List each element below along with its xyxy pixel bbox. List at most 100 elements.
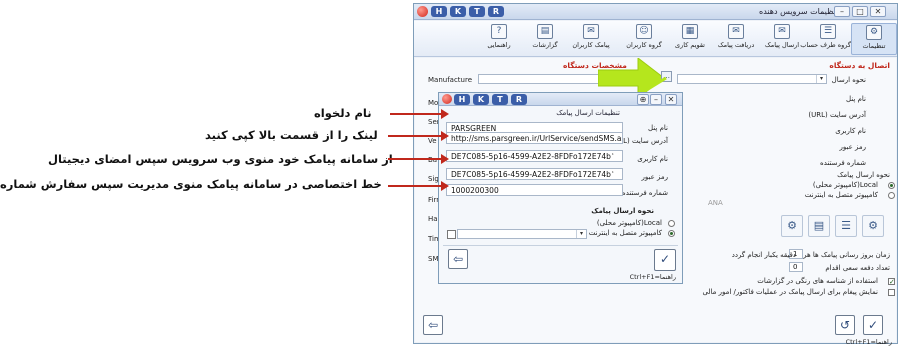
text-edit-button[interactable]: ▤ — [808, 215, 830, 237]
back-button[interactable]: ⇦ — [423, 315, 443, 335]
ribbon-reports[interactable]: ▤ گزارشات — [522, 23, 568, 55]
confirm-button[interactable]: ✓ — [863, 315, 883, 335]
dialog-send-type-label: نحوه ارسال پیامک — [591, 207, 654, 215]
ribbon-account-group[interactable]: ☰ گروه طرف حساب — [800, 23, 851, 55]
dialog-password-input[interactable]: DE7C085-5p16-4599-A2E2-8FDFo172E74bٔ — [446, 168, 623, 180]
main-titlebar: H K T R تنظیمات سرویس دهنده – □ ✕ — [414, 4, 897, 20]
dialog-button-t[interactable]: T — [492, 94, 508, 105]
username-label: نام کاربری — [835, 127, 866, 135]
refresh-button[interactable]: ↺ — [835, 315, 855, 335]
schedule-prefix: زمان بروز رسانی پیامک ها هر — [803, 251, 890, 259]
checkbox-invoice-message-label: نمایش پیغام برای ارسال پیامک در عملیات ف… — [702, 288, 878, 296]
dialog-label-panel-name: نام پنل — [647, 124, 668, 132]
dialog-radio-local-label: Local(کامپیوتر محلی) — [596, 219, 662, 227]
radio-internet-label: کامپیوتر متصل به اینترنت — [804, 191, 878, 199]
send-method-label: نحوه ارسال — [831, 76, 866, 84]
dialog-titlebar: H K T R ⊕ – ✕ — [439, 93, 682, 106]
arrow-left-icon: ⇦ — [427, 318, 439, 332]
maximize-button[interactable]: □ — [852, 6, 868, 17]
dialog-label-username: نام کاربری — [637, 155, 668, 163]
checkbox-invoice-message[interactable] — [888, 289, 895, 296]
dialog-small-icon[interactable] — [447, 230, 456, 239]
radio-internet[interactable] — [888, 192, 895, 199]
device-settings-button[interactable]: ⚙ — [781, 215, 803, 237]
checkmark-icon: ✓ — [867, 318, 879, 332]
dialog-extra-select[interactable]: ▾ — [457, 229, 587, 239]
checkbox-color-ids[interactable]: ✓ — [888, 278, 895, 286]
title-button-r[interactable]: R — [488, 6, 504, 17]
chevron-down-icon: ▾ — [576, 230, 586, 238]
minimize-button[interactable]: – — [834, 6, 850, 17]
ribbon-user-groups[interactable]: ☺ گروه کاربران — [621, 23, 667, 55]
dialog-radio-internet-label: کامپیوتر متصل به اینترنت — [588, 229, 662, 237]
dialog-divider — [443, 245, 678, 246]
help-icon: ? — [491, 24, 507, 39]
receive-sms-icon: ✉ — [728, 24, 744, 39]
settings-gear-button[interactable]: ⚙ — [862, 215, 884, 237]
ribbon-user-sms[interactable]: ✉ پیامک کاربران — [568, 23, 614, 55]
list-icon: ☰ — [841, 219, 851, 232]
ribbon-calendar[interactable]: ▦ تقویم کاری — [667, 23, 713, 55]
annotation-arrow-4 — [388, 181, 449, 191]
annotation-sender: خط اختصاصی در سامانه پیامک منوی مدیریت س… — [0, 177, 382, 191]
dialog-minimize-button[interactable]: – — [650, 94, 662, 105]
annotation-url: لینک را از قسمت بالا کپی کنید — [205, 128, 378, 142]
dialog-radio-local[interactable] — [668, 220, 675, 227]
gear-icon: ⚙ — [866, 25, 882, 40]
label-version: Ve — [428, 137, 437, 145]
dialog-back-button[interactable]: ⇦ — [448, 249, 468, 269]
retry-label: تعداد دفعه سعی اقدام — [825, 264, 890, 272]
title-button-t[interactable]: T — [469, 6, 485, 17]
gear-icon: ⚙ — [868, 219, 878, 232]
radio-local[interactable] — [888, 182, 895, 189]
user-group-icon: ☺ — [636, 24, 652, 39]
dialog-radio-internet[interactable] — [668, 230, 675, 237]
password-label: رمز عبور — [839, 143, 866, 151]
send-method-select[interactable]: ▾ — [677, 74, 827, 84]
send-type-label: نحوه ارسال پیامک — [837, 171, 890, 179]
dialog-username-input[interactable]: DE7C085-5p16-4599-A2E2-8FDFo172E74bٔ — [446, 150, 623, 162]
radio-local-label: Local(کامپیوتر محلی) — [812, 181, 878, 189]
title-button-k[interactable]: K — [450, 6, 466, 17]
ribbon-receive-sms[interactable]: ✉ دریافت پیامک — [713, 23, 759, 55]
ribbon-settings[interactable]: ⚙ تنظیمات — [851, 23, 897, 55]
title-button-h[interactable]: H — [431, 6, 447, 17]
schedule-suffix: دقیقه یکبار انجام گردد — [731, 251, 796, 259]
dialog-logo-icon — [442, 94, 452, 104]
dialog-title: تنظیمات ارسال پیامک — [556, 109, 620, 117]
checkmark-icon: ✓ — [659, 252, 671, 266]
annotation-arrow-1 — [390, 109, 449, 119]
partial-select-text: ANA — [708, 199, 723, 207]
app-logo-icon — [417, 6, 428, 17]
retry-count-input[interactable]: 0 — [789, 262, 803, 272]
annotation-arrow-3 — [388, 154, 449, 164]
list-edit-button[interactable]: ☰ — [835, 215, 857, 237]
panel-name-label: نام پنل — [845, 95, 866, 103]
send-sms-icon: ✉ — [774, 24, 790, 39]
dialog-url-input[interactable]: http://sms.parsgreen.ir/UrlService/sendS… — [446, 132, 623, 144]
annotation-arrow-2 — [388, 131, 449, 141]
arrow-left-icon: ⇦ — [452, 252, 464, 266]
url-label: آدرس سایت (URL) — [808, 111, 866, 119]
dialog-confirm-button[interactable]: ✓ — [654, 249, 676, 271]
sender-number-label: شماره فرستنده — [820, 159, 866, 167]
dialog-help-button[interactable]: ⊕ — [637, 94, 649, 105]
section-connect-title: اتصال به دستگاه — [829, 61, 890, 70]
dialog-button-r[interactable]: R — [511, 94, 527, 105]
dialog-button-k[interactable]: K — [473, 94, 489, 105]
ribbon-send-sms[interactable]: ✉ ارسال پیامک — [759, 23, 805, 55]
dialog-close-button[interactable]: ✕ — [665, 94, 677, 105]
ribbon-help[interactable]: ? راهنمایی — [476, 23, 522, 55]
reports-icon: ▤ — [537, 24, 553, 39]
screenshot-stage: H K T R تنظیمات سرویس دهنده – □ ✕ ⚙ تنظیم… — [0, 0, 900, 347]
dialog-sender-input[interactable]: 1000200300 — [446, 184, 623, 196]
close-button[interactable]: ✕ — [870, 6, 886, 17]
document-icon: ▤ — [813, 219, 825, 232]
dialog-button-h[interactable]: H — [454, 94, 470, 105]
chevron-down-icon: ▾ — [816, 75, 826, 83]
undo-icon: ↺ — [839, 318, 851, 332]
help-hint: راهنما=Ctrl+F1 — [845, 338, 892, 346]
group-icon: ☰ — [820, 24, 836, 39]
checkbox-color-ids-label: استفاده از شناسه های رنگی در گزارشات — [757, 277, 878, 285]
dialog-label-password: رمز عبور — [641, 173, 668, 181]
